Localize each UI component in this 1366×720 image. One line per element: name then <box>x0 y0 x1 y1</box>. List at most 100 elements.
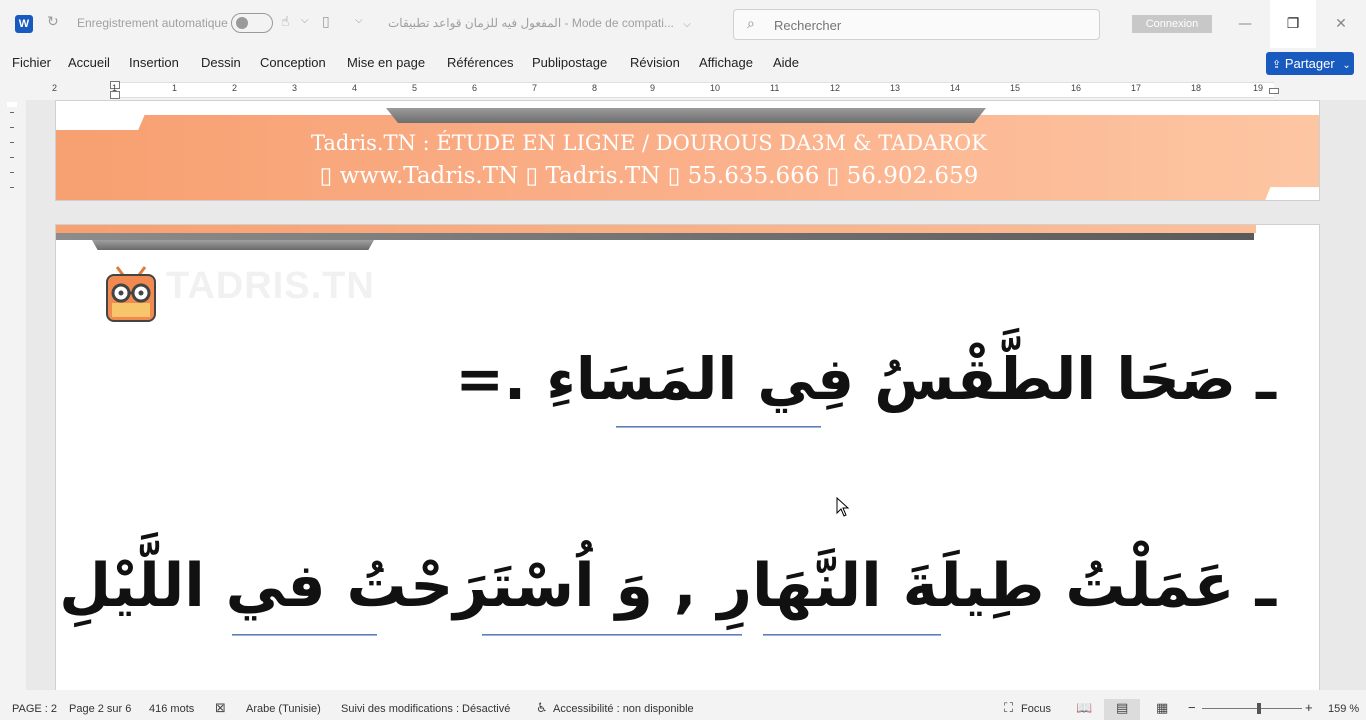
tab-references[interactable]: Références <box>447 55 513 70</box>
ruler-number: 7 <box>532 83 538 93</box>
ruler-number: 11 <box>770 83 780 93</box>
logo-text: TADRIS.TN <box>166 265 375 307</box>
share-label: Partager <box>1284 56 1335 71</box>
vruler-tick <box>10 172 14 173</box>
connexion-button[interactable]: Connexion <box>1132 15 1212 33</box>
vruler-tick <box>10 142 14 143</box>
vruler-tick <box>10 187 14 188</box>
chevron-down-icon: ⌄ <box>1342 60 1351 71</box>
zoom-level[interactable]: 159 % <box>1328 703 1359 715</box>
tab-conception[interactable]: Conception <box>260 55 326 70</box>
horizontal-ruler[interactable]: 2 1 1 2 3 4 5 6 7 8 9 10 11 12 13 14 15 … <box>26 80 1320 100</box>
tadris-mascot-logo <box>106 266 156 322</box>
document-canvas[interactable]: Tadris.TN : ÉTUDE EN LIGNE / DOUROUS DA3… <box>26 100 1366 690</box>
page-top-strip <box>56 233 1254 240</box>
ruler-number: 5 <box>412 83 418 93</box>
clipboard-icon[interactable]: ▯ <box>322 14 330 30</box>
proofing-underline <box>232 634 377 636</box>
vruler-tick <box>10 157 14 158</box>
zoom-slider-track[interactable] <box>1202 708 1302 709</box>
proofing-underline <box>616 426 821 428</box>
status-page[interactable]: PAGE : 2 <box>12 703 57 715</box>
ruler-number: 14 <box>950 83 961 93</box>
document-title[interactable]: المفعول فيه للزمان قواعد تطبيقات - Mode … <box>388 16 691 30</box>
web-layout-icon[interactable]: ▦ <box>1156 701 1168 716</box>
status-accessibility[interactable]: Accessibilité : non disponible <box>553 703 694 715</box>
tab-accueil[interactable]: Accueil <box>68 55 110 70</box>
vruler-marker <box>7 102 17 107</box>
zoom-out-button[interactable]: − <box>1188 700 1196 715</box>
ruler-number: 1 <box>112 83 118 93</box>
page-top-tab <box>92 240 374 250</box>
ruler-number: 2 <box>52 83 58 93</box>
search-box[interactable]: ⌕ <box>733 9 1100 40</box>
tab-revision[interactable]: Révision <box>630 55 680 70</box>
autosave-toggle[interactable] <box>231 13 273 33</box>
search-input[interactable] <box>774 16 1074 34</box>
ribbon-tabs: Fichier Accueil Insertion Dessin Concept… <box>0 48 1366 78</box>
ruler-number: 12 <box>830 83 841 93</box>
right-indent-marker[interactable] <box>1269 88 1279 94</box>
vertical-ruler[interactable] <box>4 100 22 690</box>
touch-mode-icon[interactable]: ☝ <box>281 14 290 30</box>
tab-affichage[interactable]: Affichage <box>699 55 753 70</box>
status-page-count[interactable]: Page 2 sur 6 <box>69 703 131 715</box>
ruler-number: 18 <box>1191 83 1202 93</box>
ruler-number: 8 <box>592 83 598 93</box>
read-mode-icon[interactable]: 📖 <box>1076 701 1092 716</box>
ruler-number: 13 <box>890 83 901 93</box>
autosave-label: Enregistrement automatique <box>77 16 228 30</box>
tab-publipostage[interactable]: Publipostage <box>532 55 607 70</box>
tab-dessin[interactable]: Dessin <box>201 55 241 70</box>
minimize-button[interactable]: — <box>1222 0 1268 48</box>
ruler-number: 3 <box>292 83 298 93</box>
status-language[interactable]: Arabe (Tunisie) <box>246 703 321 715</box>
status-bar: PAGE : 2 Page 2 sur 6 416 mots ⊠ Arabe (… <box>0 699 1366 720</box>
page-1-bottom: Tadris.TN : ÉTUDE EN LIGNE / DOUROUS DA3… <box>55 100 1320 201</box>
ruler-number: 15 <box>1010 83 1021 93</box>
share-icon: ⇪ <box>1272 59 1282 71</box>
proofing-icon[interactable]: ⊠ <box>215 701 226 716</box>
header-gray-bar <box>386 108 986 123</box>
tab-insertion[interactable]: Insertion <box>129 55 179 70</box>
ruler-number: 2 <box>232 83 238 93</box>
document-title-text: المفعول فيه للزمان قواعد تطبيقات - Mode … <box>388 16 674 30</box>
chevron-down-icon[interactable]: ⌵ <box>301 15 309 26</box>
zoom-slider-thumb[interactable] <box>1257 703 1261 714</box>
proofing-underline <box>763 634 941 636</box>
arabic-sentence-2[interactable]: ـ عَمَلْتُ طِيلَةَ النَّهَارِ , وَ اُسْت… <box>56 551 1276 621</box>
share-button[interactable]: ⇪ Partager ⌄ <box>1266 52 1354 75</box>
restore-button[interactable]: ❐ <box>1270 0 1316 48</box>
status-track-changes[interactable]: Suivi des modifications : Désactivé <box>341 703 510 715</box>
ruler-number: 16 <box>1071 83 1082 93</box>
title-bar: W ↻ Enregistrement automatique ☝ ⌵ ▯ ⌵ ا… <box>0 0 1366 48</box>
tab-mise-en-page[interactable]: Mise en page <box>347 55 425 70</box>
ruler-number: 10 <box>710 83 721 93</box>
tab-fichier[interactable]: Fichier <box>12 55 51 70</box>
vruler-tick <box>10 127 14 128</box>
focus-label[interactable]: Focus <box>1021 703 1051 715</box>
close-button[interactable]: ✕ <box>1318 0 1364 48</box>
ruler-number: 6 <box>472 83 478 93</box>
tab-aide[interactable]: Aide <box>773 55 799 70</box>
status-word-count[interactable]: 416 mots <box>149 703 194 715</box>
ruler-track <box>114 82 1274 98</box>
page-2[interactable]: TADRIS.TN ـ صَحَا الطَّقْسُ فِي المَسَاء… <box>55 224 1320 690</box>
focus-icon[interactable]: ⛶ <box>1004 701 1013 716</box>
ruler-number: 1 <box>172 83 178 93</box>
proofing-underline <box>482 634 742 636</box>
zoom-in-button[interactable]: + <box>1305 700 1313 715</box>
mouse-cursor-icon <box>836 497 850 517</box>
header-contact: ▯ www.Tadris.TN ▯ Tadris.TN ▯ 55.635.666… <box>319 163 979 189</box>
search-icon: ⌕ <box>747 16 755 32</box>
print-layout-icon[interactable]: ▤ <box>1116 701 1128 716</box>
vruler-tick <box>10 112 14 113</box>
chevron-down-icon: ⌵ <box>683 19 691 30</box>
refresh-icon[interactable]: ↻ <box>47 14 59 30</box>
customize-toolbar-icon[interactable]: ⌵ <box>355 15 363 26</box>
ruler-number: 17 <box>1131 83 1142 93</box>
accessibility-icon[interactable]: ♿ <box>536 701 548 716</box>
ruler-number: 9 <box>650 83 656 93</box>
arabic-sentence-1[interactable]: ـ صَحَا الطَّقْسُ فِي المَسَاءِ .= <box>56 345 1276 413</box>
word-app-icon: W <box>15 15 33 33</box>
